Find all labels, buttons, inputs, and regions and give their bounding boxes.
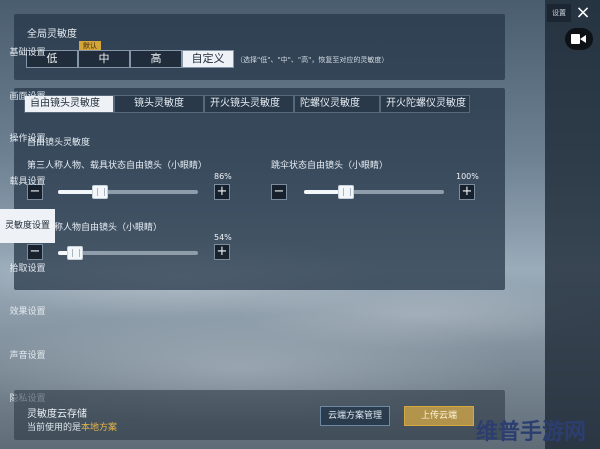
upload-cloud-button[interactable]: 上传云端 xyxy=(404,406,474,426)
slider-label-parachute: 跳伞状态自由镜头（小眼睛） xyxy=(271,161,389,171)
current-scheme-value: 本地方案 xyxy=(81,423,118,433)
plus-button[interactable]: + xyxy=(214,244,230,260)
settings-sidebar xyxy=(545,0,600,449)
tab-fire-gyroscope[interactable]: 开火陀螺仪灵敏度 xyxy=(380,95,470,113)
sidebar-item-basic[interactable]: 基础设置 xyxy=(0,36,55,70)
option-high[interactable]: 高 xyxy=(130,50,182,68)
slider-first-person[interactable] xyxy=(58,246,198,260)
minus-button[interactable]: − xyxy=(271,184,287,200)
tab-fire-camera[interactable]: 开火镜头灵敏度 xyxy=(204,95,294,113)
settings-tab-label[interactable]: 设置 xyxy=(547,4,571,22)
cloud-storage-title: 灵敏度云存储 xyxy=(27,409,87,420)
plus-button[interactable]: + xyxy=(214,184,230,200)
option-medium[interactable]: 中 xyxy=(78,50,130,68)
cloud-manage-button[interactable]: 云端方案管理 xyxy=(320,406,390,426)
tab-gyroscope[interactable]: 陀螺仪灵敏度 xyxy=(294,95,380,113)
sidebar-item-effects[interactable]: 效果设置 xyxy=(0,295,55,329)
plus-button[interactable]: + xyxy=(459,184,475,200)
sensitivity-tabs: 自由镜头灵敏度 镜头灵敏度 开火镜头灵敏度 陀螺仪灵敏度 开火陀螺仪灵敏度 xyxy=(24,95,470,113)
close-icon[interactable]: × xyxy=(571,2,595,24)
option-custom[interactable]: 自定义 xyxy=(182,50,234,68)
sidebar-item-pickup[interactable]: 拾取设置 xyxy=(0,252,55,286)
watermark: 维普手游网 xyxy=(476,420,587,445)
current-prefix: 当前使用的是 xyxy=(27,423,82,433)
slider-thumb[interactable] xyxy=(66,246,83,260)
sidebar-item-sensitivity[interactable]: 灵敏度设置 xyxy=(0,209,55,243)
sidebar-item-controls[interactable]: 操作设置 xyxy=(0,122,55,156)
slider-parachute[interactable] xyxy=(304,185,444,199)
sidebar-item-graphics[interactable]: 画面设置 xyxy=(0,80,55,114)
sidebar-item-audio[interactable]: 声音设置 xyxy=(0,339,55,373)
sidebar-item-vehicle[interactable]: 载具设置 xyxy=(0,165,55,199)
slider-value-parachute: 100% xyxy=(456,172,479,181)
record-video-icon[interactable] xyxy=(565,28,593,50)
global-sensitivity-selector: 低 中 高 自定义 xyxy=(26,50,234,68)
sensitivity-panel xyxy=(14,88,505,290)
slider-thumb[interactable] xyxy=(92,185,108,199)
slider-thumb[interactable] xyxy=(338,185,354,199)
slider-value-third-person: 86% xyxy=(214,172,232,181)
slider-value-first-person: 54% xyxy=(214,233,232,242)
slider-third-person[interactable] xyxy=(58,185,198,199)
cloud-current-scheme: 当前使用的是本地方案 xyxy=(27,420,117,433)
global-sensitivity-hint: （选择"低"、"中"、"高"，恢复至对应的灵敏度） xyxy=(236,56,389,64)
tab-camera[interactable]: 镜头灵敏度 xyxy=(114,95,204,113)
